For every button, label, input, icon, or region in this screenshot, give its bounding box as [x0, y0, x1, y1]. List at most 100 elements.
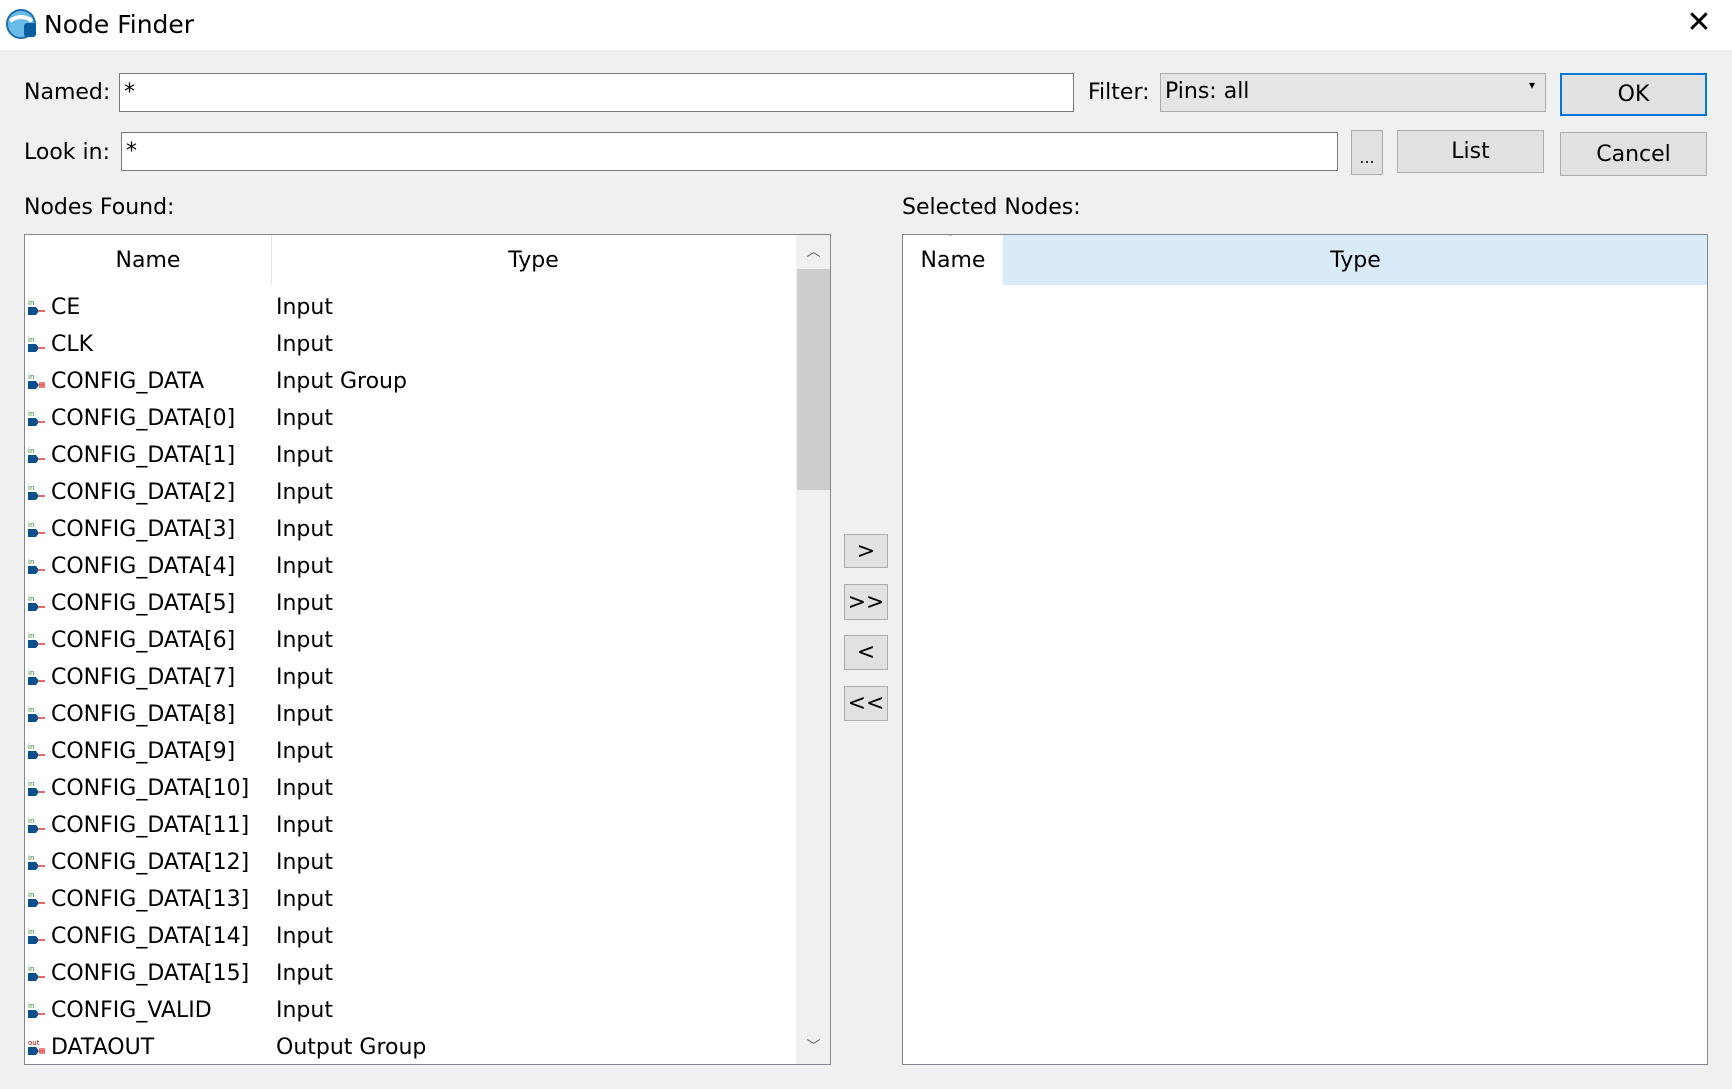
table-row[interactable]: in CONFIG_DATA[15] Input: [25, 955, 795, 992]
input-pin-icon: in: [28, 928, 45, 944]
svg-text:in: in: [28, 854, 34, 862]
node-name: CE: [51, 295, 81, 320]
table-row[interactable]: out DATAOUT Output Group: [25, 1029, 795, 1064]
selected-nodes-list[interactable]: Name ﹀ Type: [902, 234, 1708, 1065]
svg-text:in: in: [28, 1002, 34, 1010]
input-pin-icon: in: [28, 299, 45, 315]
node-type: Input: [276, 924, 333, 949]
table-row[interactable]: in CONFIG_VALID Input: [25, 992, 795, 1029]
input-pin-icon: in: [28, 336, 45, 352]
input-pin-icon: in: [28, 965, 45, 981]
table-row[interactable]: in CE Input: [25, 289, 795, 326]
node-name: CONFIG_DATA[11]: [51, 813, 250, 838]
svg-text:in: in: [28, 743, 34, 751]
svg-text:in: in: [28, 706, 34, 714]
dropdown-arrow-icon: ▾: [1528, 78, 1535, 92]
table-row[interactable]: in CONFIG_DATA[13] Input: [25, 881, 795, 918]
column-header-name[interactable]: Name: [25, 235, 272, 285]
column-header-type[interactable]: Type: [1003, 235, 1707, 285]
svg-text:in: in: [28, 669, 34, 677]
input-group-icon: in: [28, 373, 45, 389]
filter-select[interactable]: Pins: all ▾: [1160, 73, 1546, 112]
svg-text:in: in: [28, 521, 34, 529]
svg-text:in: in: [28, 817, 34, 825]
node-type: Input: [276, 961, 333, 986]
node-type: Output Group: [276, 1035, 427, 1060]
input-pin-icon: in: [28, 521, 45, 537]
output-group-icon: out: [28, 1039, 45, 1055]
table-row[interactable]: in CONFIG_DATA[14] Input: [25, 918, 795, 955]
node-name: CONFIG_DATA[6]: [51, 628, 236, 653]
nodes-found-label: Nodes Found:: [24, 195, 175, 220]
named-input[interactable]: *: [119, 73, 1074, 112]
svg-text:in: in: [28, 891, 34, 899]
remove-all-button[interactable]: <<: [844, 686, 888, 721]
svg-text:in: in: [28, 373, 34, 381]
node-type: Input: [276, 554, 333, 579]
node-type: Input: [276, 591, 333, 616]
scroll-up-icon[interactable]: ︿: [796, 235, 830, 269]
add-button[interactable]: >: [844, 534, 888, 568]
input-pin-icon: in: [28, 1002, 45, 1018]
table-row[interactable]: in CONFIG_DATA Input Group: [25, 363, 795, 400]
input-pin-icon: in: [28, 891, 45, 907]
scroll-down-icon[interactable]: ﹀: [796, 1030, 830, 1064]
svg-text:in: in: [28, 484, 34, 492]
window-title: Node Finder: [44, 10, 195, 39]
lookin-label: Look in:: [24, 140, 110, 165]
table-row[interactable]: in CONFIG_DATA[0] Input: [25, 400, 795, 437]
table-row[interactable]: in CONFIG_DATA[2] Input: [25, 474, 795, 511]
browse-button[interactable]: ...: [1351, 130, 1383, 175]
scrollbar[interactable]: ︿ ﹀: [796, 235, 830, 1064]
node-name: CONFIG_DATA[12]: [51, 850, 250, 875]
add-all-button[interactable]: >>: [844, 584, 888, 620]
input-pin-icon: in: [28, 669, 45, 685]
svg-text:in: in: [28, 965, 34, 973]
table-row[interactable]: in CONFIG_DATA[11] Input: [25, 807, 795, 844]
cancel-button[interactable]: Cancel: [1560, 132, 1707, 176]
node-type: Input: [276, 887, 333, 912]
table-row[interactable]: in CLK Input: [25, 326, 795, 363]
input-pin-icon: in: [28, 706, 45, 722]
table-row[interactable]: in CONFIG_DATA[6] Input: [25, 622, 795, 659]
nodes-found-list[interactable]: Name Type in CE Input in CLK Input in CONFIG_DA…: [24, 234, 831, 1065]
svg-text:in: in: [28, 410, 34, 418]
node-type: Input: [276, 480, 333, 505]
table-row[interactable]: in CONFIG_DATA[3] Input: [25, 511, 795, 548]
table-row[interactable]: in CONFIG_DATA[7] Input: [25, 659, 795, 696]
node-name: CONFIG_DATA[9]: [51, 739, 236, 764]
node-name: CONFIG_DATA: [51, 369, 205, 394]
table-row[interactable]: in CONFIG_DATA[12] Input: [25, 844, 795, 881]
lookin-input[interactable]: *: [121, 132, 1338, 171]
column-header-type[interactable]: Type: [272, 235, 795, 285]
table-row[interactable]: in CONFIG_DATA[5] Input: [25, 585, 795, 622]
node-type: Input: [276, 702, 333, 727]
svg-text:in: in: [28, 780, 34, 788]
remove-button[interactable]: <: [844, 635, 888, 670]
node-name: DATAOUT: [51, 1035, 155, 1060]
node-name: CONFIG_DATA[2]: [51, 480, 236, 505]
table-row[interactable]: in CONFIG_DATA[10] Input: [25, 770, 795, 807]
table-row[interactable]: in CONFIG_DATA[1] Input: [25, 437, 795, 474]
input-pin-icon: in: [28, 780, 45, 796]
node-name: CONFIG_DATA[4]: [51, 554, 236, 579]
table-row[interactable]: in CONFIG_DATA[4] Input: [25, 548, 795, 585]
node-name: CONFIG_VALID: [51, 998, 212, 1023]
list-button[interactable]: List: [1397, 130, 1544, 173]
table-row[interactable]: in CONFIG_DATA[8] Input: [25, 696, 795, 733]
node-type: Input Group: [276, 369, 407, 394]
sort-indicator-icon: ﹀: [945, 234, 956, 244]
close-icon[interactable]: ✕: [1682, 6, 1716, 40]
title-bar: Node Finder ✕: [0, 0, 1732, 50]
input-pin-icon: in: [28, 447, 45, 463]
svg-text:in: in: [28, 632, 34, 640]
column-header-name[interactable]: Name ﹀: [903, 235, 1003, 285]
node-name: CONFIG_DATA[5]: [51, 591, 236, 616]
node-name: CONFIG_DATA[0]: [51, 406, 236, 431]
table-row[interactable]: in CONFIG_DATA[9] Input: [25, 733, 795, 770]
node-type: Input: [276, 813, 333, 838]
column-header-name-label: Name: [920, 247, 986, 273]
scrollbar-thumb[interactable]: [797, 269, 830, 490]
node-name: CLK: [51, 332, 94, 357]
ok-button[interactable]: OK: [1560, 73, 1707, 116]
